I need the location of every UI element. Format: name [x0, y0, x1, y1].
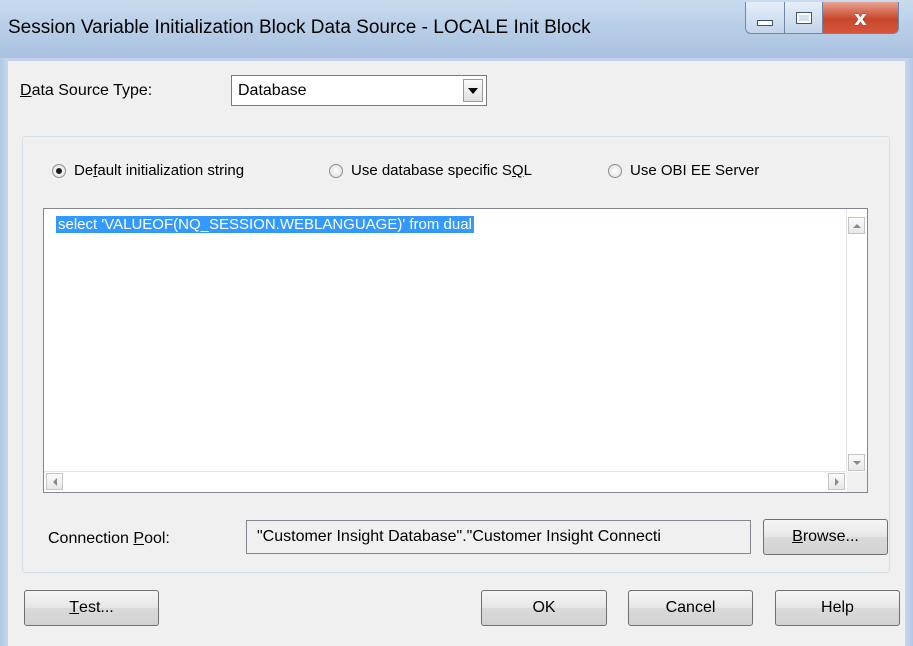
- title-bar[interactable]: Session Variable Initialization Block Da…: [0, 0, 913, 59]
- client-top-edge: [8, 58, 905, 61]
- close-button[interactable]: x: [823, 2, 899, 34]
- radio-label: Use database specific SQL: [351, 162, 532, 179]
- scroll-right-button[interactable]: [828, 473, 845, 490]
- data-source-type-select[interactable]: Database: [231, 75, 487, 106]
- maximize-icon: [795, 11, 812, 24]
- radio-dot-icon: [56, 167, 62, 174]
- arrow-left-icon: [52, 477, 57, 486]
- radio-label: Use OBI EE Server: [630, 162, 760, 179]
- connection-pool-field[interactable]: "Customer Insight Database"."Customer In…: [246, 520, 751, 554]
- radio-button[interactable]: [608, 163, 622, 178]
- maximize-button[interactable]: [785, 2, 823, 34]
- radio-database-specific-sql[interactable]: Use database specific SQL: [329, 162, 532, 179]
- help-button[interactable]: Help: [775, 590, 900, 626]
- radio-button-selected[interactable]: [52, 163, 66, 178]
- close-icon: x: [854, 5, 867, 30]
- arrow-down-icon: [852, 460, 861, 465]
- radio-label: Default initialization string: [74, 162, 245, 179]
- initialization-sql-textarea[interactable]: select 'VALUEOF(NQ_SESSION.WEBLANGUAGE)'…: [43, 208, 868, 493]
- connection-pool-value: "Customer Insight Database"."Customer In…: [257, 528, 661, 545]
- ok-button[interactable]: OK: [481, 590, 607, 626]
- scroll-down-button[interactable]: [848, 454, 865, 471]
- sql-text-selected[interactable]: select 'VALUEOF(NQ_SESSION.WEBLANGUAGE)'…: [56, 216, 474, 233]
- data-source-type-label: Data Source Type:: [20, 82, 153, 99]
- test-button[interactable]: Test...: [24, 590, 159, 626]
- cancel-button[interactable]: Cancel: [628, 590, 753, 626]
- chevron-down-icon: [468, 87, 478, 94]
- browse-button[interactable]: Browse...: [763, 519, 888, 555]
- minimize-button[interactable]: [745, 2, 785, 34]
- scroll-up-button[interactable]: [848, 217, 865, 234]
- vertical-scrollbar[interactable]: [846, 209, 867, 473]
- radio-button[interactable]: [329, 163, 343, 178]
- connection-pool-label: Connection Pool:: [48, 530, 170, 547]
- radio-default-initialization-string[interactable]: Default initialization string: [52, 162, 244, 179]
- window-title: Session Variable Initialization Block Da…: [8, 17, 591, 38]
- dropdown-arrow-button[interactable]: [463, 79, 483, 102]
- scrollbar-corner: [847, 472, 867, 492]
- minimize-icon: [757, 19, 773, 26]
- radio-obi-ee-server[interactable]: Use OBI EE Server: [608, 162, 759, 179]
- window-controls: x: [745, 2, 905, 36]
- window-frame-right: [905, 58, 913, 646]
- window-frame-left: [0, 58, 8, 646]
- dialog-window: Session Variable Initialization Block Da…: [0, 0, 913, 646]
- horizontal-scrollbar[interactable]: [44, 471, 847, 492]
- arrow-up-icon: [852, 223, 861, 228]
- scroll-left-button[interactable]: [46, 473, 63, 490]
- data-source-type-value: Database: [238, 82, 307, 99]
- arrow-right-icon: [834, 477, 839, 486]
- dialog-client-area: Data Source Type: Database Default initi…: [8, 58, 905, 646]
